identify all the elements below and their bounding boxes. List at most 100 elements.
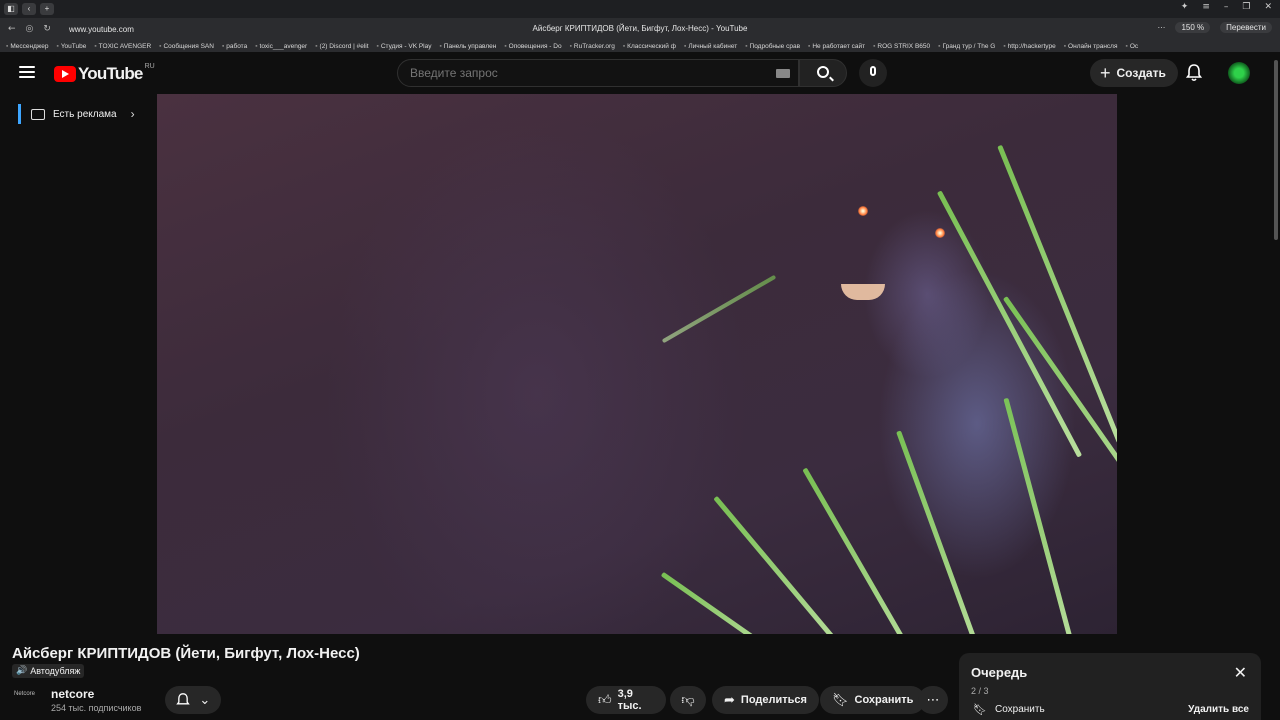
like-count: 3,9 тыс.	[617, 688, 642, 712]
queue-position: 2 / 3	[971, 686, 989, 696]
bookmark-item[interactable]: Ос	[1126, 43, 1138, 50]
bookmark-item[interactable]: Мессенджер	[6, 43, 48, 50]
dislike-button[interactable]: 👎︎	[670, 686, 706, 714]
thumbs-down-icon: 👎︎	[681, 692, 695, 708]
restore-icon[interactable]: ❐	[1242, 2, 1250, 12]
create-button[interactable]: + Создать	[1090, 59, 1178, 87]
close-window-icon[interactable]: ✕	[1264, 2, 1272, 12]
channel-avatar[interactable]: Netcore	[14, 691, 40, 705]
bookmark-item[interactable]: Личный кабинет	[684, 43, 737, 50]
voice-search-button[interactable]	[859, 59, 887, 87]
save-label: Сохранить	[854, 694, 914, 706]
translate-button[interactable]: Перевести	[1220, 22, 1272, 33]
grass-blade	[997, 144, 1117, 444]
save-button[interactable]: 🔖︎ Сохранить	[820, 686, 926, 714]
microphone-icon	[870, 66, 876, 76]
bookmark-item[interactable]: Сообщения SAN	[159, 43, 213, 50]
logo-wordmark: YouTube	[78, 64, 143, 83]
bookmark-item[interactable]: Оповещения - Do	[504, 43, 562, 50]
bell-icon	[176, 692, 190, 704]
back-tab-icon[interactable]: ‹	[22, 3, 36, 15]
bookmark-item[interactable]: Студия - VK Play	[377, 43, 432, 50]
ad-icon	[31, 108, 45, 120]
grass-blade	[713, 495, 846, 634]
minimize-icon[interactable]: –	[1224, 2, 1229, 12]
queue-save-button[interactable]: 🔖︎ Сохранить	[973, 703, 1045, 716]
search-box	[397, 59, 799, 87]
window-controls: ✦ ≡ – ❐ ✕	[1181, 2, 1272, 12]
tab-icon[interactable]: ◧	[4, 3, 18, 15]
more-dots-icon: ⋯	[926, 692, 940, 708]
search-input[interactable]	[398, 60, 758, 86]
grass-blade	[1002, 296, 1117, 512]
video-player[interactable]	[157, 94, 1117, 634]
queue-panel: Очередь 2 / 3 ✕ 🔖︎ Сохранить Удалить все	[959, 653, 1261, 720]
address-bar: ← ◎ ↻ www.youtube.com Айсберг КРИПТИДОВ …	[0, 18, 1280, 40]
bookmark-icon: 🔖︎	[973, 703, 987, 716]
ad-notice-chip[interactable]: Есть реклама ›	[18, 104, 135, 124]
browser-tab-title: Айсберг КРИПТИДОВ (Йети, Бигфут, Лох-Нес…	[532, 24, 748, 33]
subscriber-count: 254 тыс. подписчиков	[51, 703, 142, 713]
pin-icon[interactable]: ✦	[1181, 2, 1189, 12]
search-icon	[817, 66, 829, 78]
search-button[interactable]	[799, 59, 847, 87]
delete-all-button[interactable]: Удалить все	[1188, 704, 1249, 715]
grass-blade	[661, 274, 777, 344]
thumbs-up-icon: 👍︎	[598, 692, 612, 708]
grass-blade	[896, 430, 983, 634]
browser-tab-strip: ◧ ‹ + ✦ ≡ – ❐ ✕	[0, 0, 1280, 18]
new-tab-icon[interactable]: +	[40, 3, 54, 15]
grass-blade	[660, 571, 779, 634]
more-actions-button[interactable]: ⋯	[918, 686, 948, 714]
voice-icon: 🔊	[16, 666, 28, 676]
plus-icon: +	[1100, 63, 1111, 83]
play-logo-icon	[54, 66, 76, 82]
bookmark-item[interactable]: Не работает сайт	[808, 43, 865, 50]
bookmark-icon: 🔖︎	[832, 692, 849, 708]
queue-title: Очередь	[971, 665, 1028, 680]
autodub-label: Автодубляж	[30, 666, 81, 676]
bookmark-item[interactable]: ROG STRIX B650	[873, 43, 930, 50]
bookmarks-bar: Мессенджер YouTube TOXIC AVENGER Сообщен…	[0, 40, 1280, 52]
share-button[interactable]: ➦ Поделиться	[712, 686, 819, 714]
glowing-eye	[935, 228, 945, 238]
subscription-notifications-button[interactable]: ⌄	[165, 686, 221, 714]
bookmark-item[interactable]: Гранд тур / The G	[938, 43, 995, 50]
more-icon[interactable]: ···	[1157, 23, 1165, 32]
queue-save-label: Сохранить	[994, 704, 1045, 715]
video-title: Айсберг КРИПТИДОВ (Йети, Бигфут, Лох-Нес…	[12, 645, 360, 662]
bookmark-item[interactable]: (2) Discord | #elit	[315, 43, 369, 50]
zoom-indicator[interactable]: 150 %	[1175, 22, 1211, 33]
bookmark-item[interactable]: Подробные срав	[745, 43, 801, 50]
chevron-right-icon: ›	[130, 107, 135, 121]
create-label: Создать	[1116, 66, 1166, 80]
youtube-logo[interactable]: YouTube RU	[54, 63, 155, 84]
notifications-bell-icon[interactable]	[1186, 64, 1202, 82]
bookmark-item[interactable]: Панель управлен	[439, 43, 497, 50]
close-icon[interactable]: ✕	[1234, 663, 1247, 682]
like-button[interactable]: 👍︎ 3,9 тыс.	[586, 686, 666, 714]
glowing-eye	[858, 206, 868, 216]
autodub-badge[interactable]: 🔊 Автодубляж	[12, 664, 85, 678]
chevron-down-icon: ⌄	[199, 692, 211, 708]
share-label: Поделиться	[740, 694, 807, 706]
ad-notice-label: Есть реклама	[53, 108, 117, 120]
bookmark-item[interactable]: http://hackertype	[1003, 43, 1056, 50]
bookmark-item[interactable]: YouTube	[57, 43, 87, 50]
bookmark-item[interactable]: Классический ф	[623, 43, 676, 50]
bookmark-item[interactable]: работа	[222, 43, 247, 50]
youtube-header: YouTube RU + Создать	[0, 52, 1280, 94]
bookmark-item[interactable]: TOXIC AVENGER	[94, 43, 152, 50]
page-scrollbar[interactable]	[1274, 60, 1278, 240]
bookmark-item[interactable]: RuTracker.org	[570, 43, 615, 50]
keyboard-icon[interactable]	[776, 69, 790, 78]
hamburger-menu-icon[interactable]	[19, 66, 35, 78]
menu-icon[interactable]: ≡	[1202, 2, 1210, 12]
bookmark-item[interactable]: Онлайн трансля	[1064, 43, 1117, 50]
bookmark-item[interactable]: toxic___avenger	[255, 43, 308, 50]
grass-blade	[802, 467, 917, 634]
share-icon: ➦	[724, 692, 735, 708]
creature-mouth	[841, 284, 885, 300]
channel-name[interactable]: netcore	[51, 687, 94, 701]
user-avatar[interactable]	[1228, 62, 1250, 84]
